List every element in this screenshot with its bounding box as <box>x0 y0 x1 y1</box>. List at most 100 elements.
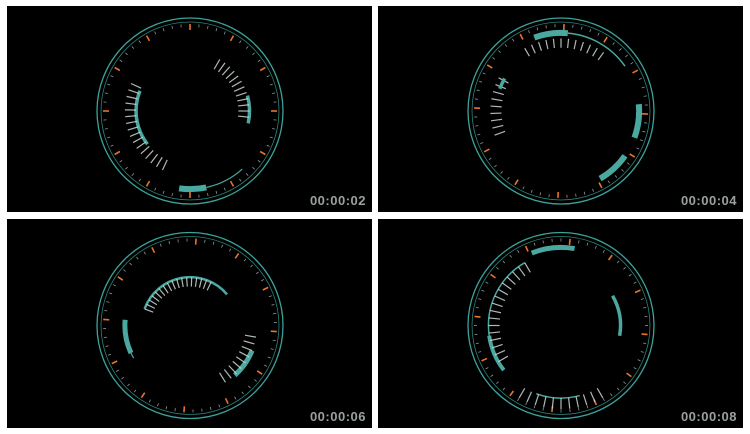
minor-tick <box>243 258 247 262</box>
minor-tick <box>223 31 226 35</box>
minor-tick <box>143 251 146 255</box>
minor-tick <box>586 405 589 409</box>
hud-arc <box>530 244 576 256</box>
minor-tick <box>107 136 111 139</box>
minor-tick <box>154 187 157 191</box>
hud-spoke <box>166 282 173 292</box>
accent-tick <box>568 238 571 246</box>
accent-tick <box>114 150 121 156</box>
minor-tick <box>528 30 530 34</box>
minor-tick <box>218 404 221 408</box>
hud-spoke <box>491 302 503 308</box>
minor-tick <box>239 178 242 182</box>
hud-spoke <box>238 351 250 358</box>
minor-tick <box>272 128 276 130</box>
minor-tick <box>272 92 276 94</box>
minor-tick <box>479 80 483 83</box>
minor-tick <box>517 249 520 253</box>
minor-tick <box>106 301 110 303</box>
minor-tick <box>525 402 528 406</box>
minor-tick <box>533 405 536 409</box>
accent-tick <box>224 397 229 405</box>
minor-tick <box>239 40 242 44</box>
hud-dial-graphic <box>467 17 655 205</box>
hud-spoke <box>597 51 605 61</box>
accent-tick <box>145 180 151 187</box>
hud-arc <box>533 29 569 41</box>
hud-spoke <box>241 345 253 352</box>
minor-tick <box>633 367 637 370</box>
hud-spoke <box>501 282 512 290</box>
minor-tick <box>494 164 497 168</box>
minor-tick <box>171 25 173 29</box>
minor-tick <box>504 44 508 47</box>
minor-tick <box>136 256 139 260</box>
minor-tick <box>241 391 244 395</box>
minor-tick <box>542 240 544 244</box>
video-frame-grid: 00:00:02 00:00:04 00:00:06 00:00:08 <box>0 0 750 434</box>
accent-tick <box>603 36 608 43</box>
minor-tick <box>583 191 586 195</box>
minor-tick <box>589 29 592 33</box>
minor-tick <box>248 385 251 389</box>
hud-spoke <box>492 90 504 96</box>
minor-tick <box>138 40 141 44</box>
hud-spoke <box>244 334 257 338</box>
minor-tick <box>636 147 640 150</box>
hud-spoke <box>145 150 154 160</box>
frame-panel-4: 00:00:08 <box>378 219 743 428</box>
minor-tick <box>229 248 232 252</box>
minor-tick <box>104 309 108 312</box>
minor-tick <box>592 188 594 192</box>
hud-spoke <box>512 271 521 281</box>
hud-spoke <box>494 295 506 302</box>
minor-tick <box>138 178 141 182</box>
hud-arc <box>245 95 252 124</box>
minor-tick <box>539 192 542 196</box>
accent-tick <box>117 276 124 281</box>
minor-tick <box>263 364 268 367</box>
minor-tick <box>594 245 597 249</box>
minor-tick <box>614 175 618 178</box>
minor-tick <box>245 173 249 176</box>
minor-tick <box>485 367 489 370</box>
minor-tick <box>171 193 173 197</box>
hud-spoke <box>589 391 596 403</box>
hud-spoke <box>194 277 198 287</box>
minor-tick <box>119 160 123 163</box>
minor-tick <box>112 284 117 287</box>
accent-tick <box>229 180 235 187</box>
hud-spoke <box>181 277 184 288</box>
hud-spoke <box>130 82 142 89</box>
minor-tick <box>133 389 137 393</box>
minor-tick <box>492 57 496 60</box>
accent-tick <box>483 148 490 153</box>
inner-ring <box>471 21 651 201</box>
minor-tick <box>252 166 255 170</box>
minor-tick <box>530 189 533 193</box>
minor-tick <box>498 50 501 53</box>
hud-spoke <box>228 75 239 84</box>
minor-tick <box>107 83 111 86</box>
minor-tick <box>271 304 275 306</box>
minor-tick <box>257 59 261 62</box>
hud-spoke <box>552 38 555 49</box>
minor-tick <box>269 136 273 139</box>
hud-arc <box>487 262 526 336</box>
accent-tick <box>114 66 121 72</box>
accent-tick <box>626 372 632 378</box>
hud-spoke <box>488 331 501 334</box>
hud-spoke <box>235 356 246 364</box>
minor-tick <box>638 78 642 80</box>
minor-tick <box>643 342 647 344</box>
accent-tick <box>259 150 266 156</box>
hud-spoke <box>534 394 540 406</box>
minor-tick <box>642 130 646 133</box>
minor-tick <box>640 298 644 300</box>
hud-spoke <box>497 288 509 296</box>
accent-tick <box>259 66 266 72</box>
hud-spoke <box>494 349 506 356</box>
timecode-label: 00:00:08 <box>680 409 737 424</box>
minor-tick <box>502 387 506 391</box>
minor-tick <box>215 190 218 194</box>
